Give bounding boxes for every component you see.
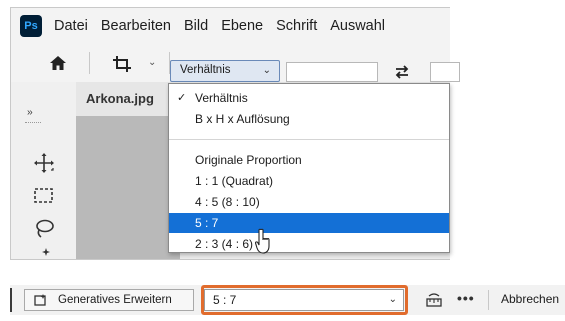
menu-option-ratio[interactable]: ✓ Verhältnis [169, 88, 449, 108]
magic-wand-icon[interactable] [33, 247, 55, 260]
menu-option-label: B x H x Auflösung [195, 112, 290, 126]
width-input[interactable] [286, 62, 378, 82]
menu-option-label: Originale Proportion [195, 153, 302, 167]
check-icon: ✓ [177, 92, 187, 104]
ratio-select-taskbar[interactable]: 5 : 7 ⌄ [204, 289, 404, 311]
menu-option-1-1[interactable]: 1 : 1 (Quadrat) [169, 171, 449, 191]
ratio-select[interactable]: Verhältnis ⌄ [170, 60, 280, 82]
chevron-down-icon: ⌄ [262, 65, 271, 76]
rect-marquee-icon[interactable] [33, 185, 55, 207]
menu-item-ebene[interactable]: Ebene [221, 18, 263, 34]
menu-item-datei[interactable]: Datei [54, 18, 88, 34]
toolbar-divider [488, 290, 489, 310]
menu-option-label: Verhältnis [195, 91, 248, 105]
crop-icon[interactable] [111, 54, 135, 74]
ratio-dropdown-menu: ✓ Verhältnis B x H x Auflösung Originale… [168, 83, 450, 253]
chevron-down-icon: ⌄ [388, 294, 397, 305]
swap-arrows-icon[interactable] [393, 64, 411, 80]
lasso-icon[interactable] [33, 218, 55, 240]
menu-option-label: 4 : 5 (8 : 10) [195, 195, 260, 209]
menu-option-label: 5 : 7 [195, 216, 219, 230]
menu-item-bearbeiten[interactable]: Bearbeiten [101, 18, 171, 34]
menu-divider [169, 139, 449, 140]
straighten-icon[interactable] [425, 292, 443, 308]
move-icon[interactable] [33, 152, 55, 174]
menu-option-4-5[interactable]: 4 : 5 (8 : 10) [169, 192, 449, 212]
menu-item-auswahl[interactable]: Auswahl [330, 18, 385, 34]
menu-item-bild[interactable]: Bild [184, 18, 208, 34]
home-icon[interactable] [49, 55, 67, 71]
generative-expand-icon [34, 294, 46, 306]
generative-expand-label: Generatives Erweitern [58, 294, 172, 306]
menu-option-label: 1 : 1 (Quadrat) [195, 174, 274, 188]
menu-option-2-3[interactable]: 2 : 3 (4 : 6) [169, 234, 449, 254]
menu-option-5-7[interactable]: 5 : 7 [169, 213, 449, 233]
generative-expand-button[interactable]: Generatives Erweitern [24, 289, 194, 311]
cancel-button[interactable]: Abbrechen [501, 292, 559, 306]
menu-option-label: 2 : 3 (4 : 6) [195, 237, 254, 251]
menu-option-wxhxres[interactable]: B x H x Auflösung [169, 109, 449, 129]
tools-panel: ›› [11, 82, 77, 259]
panel-grip[interactable] [25, 122, 41, 125]
canvas-area[interactable] [76, 116, 180, 259]
ratio-select-value: Verhältnis [180, 64, 231, 76]
more-options-button[interactable]: ••• [457, 290, 475, 306]
ratio-select-taskbar-value: 5 : 7 [213, 293, 237, 307]
app-logo: Ps [20, 15, 42, 37]
chevron-down-icon[interactable]: ⌄ [148, 57, 156, 68]
collapse-panel-icon[interactable]: ›› [27, 107, 33, 118]
menu-bar: Ps Datei Bearbeiten Bild Ebene Schrift A… [11, 8, 450, 45]
bar-edge [10, 288, 12, 312]
toolbar-divider [89, 52, 90, 74]
menu-item-schrift[interactable]: Schrift [276, 18, 317, 34]
hand-cursor-icon [255, 228, 270, 254]
contextual-task-bar: Generatives Erweitern 5 : 7 ⌄ ••• Abbrec… [10, 285, 565, 315]
height-input[interactable] [430, 62, 460, 82]
menu-option-original[interactable]: Originale Proportion [169, 150, 449, 170]
document-tab[interactable]: Arkona.jpg [86, 91, 154, 106]
